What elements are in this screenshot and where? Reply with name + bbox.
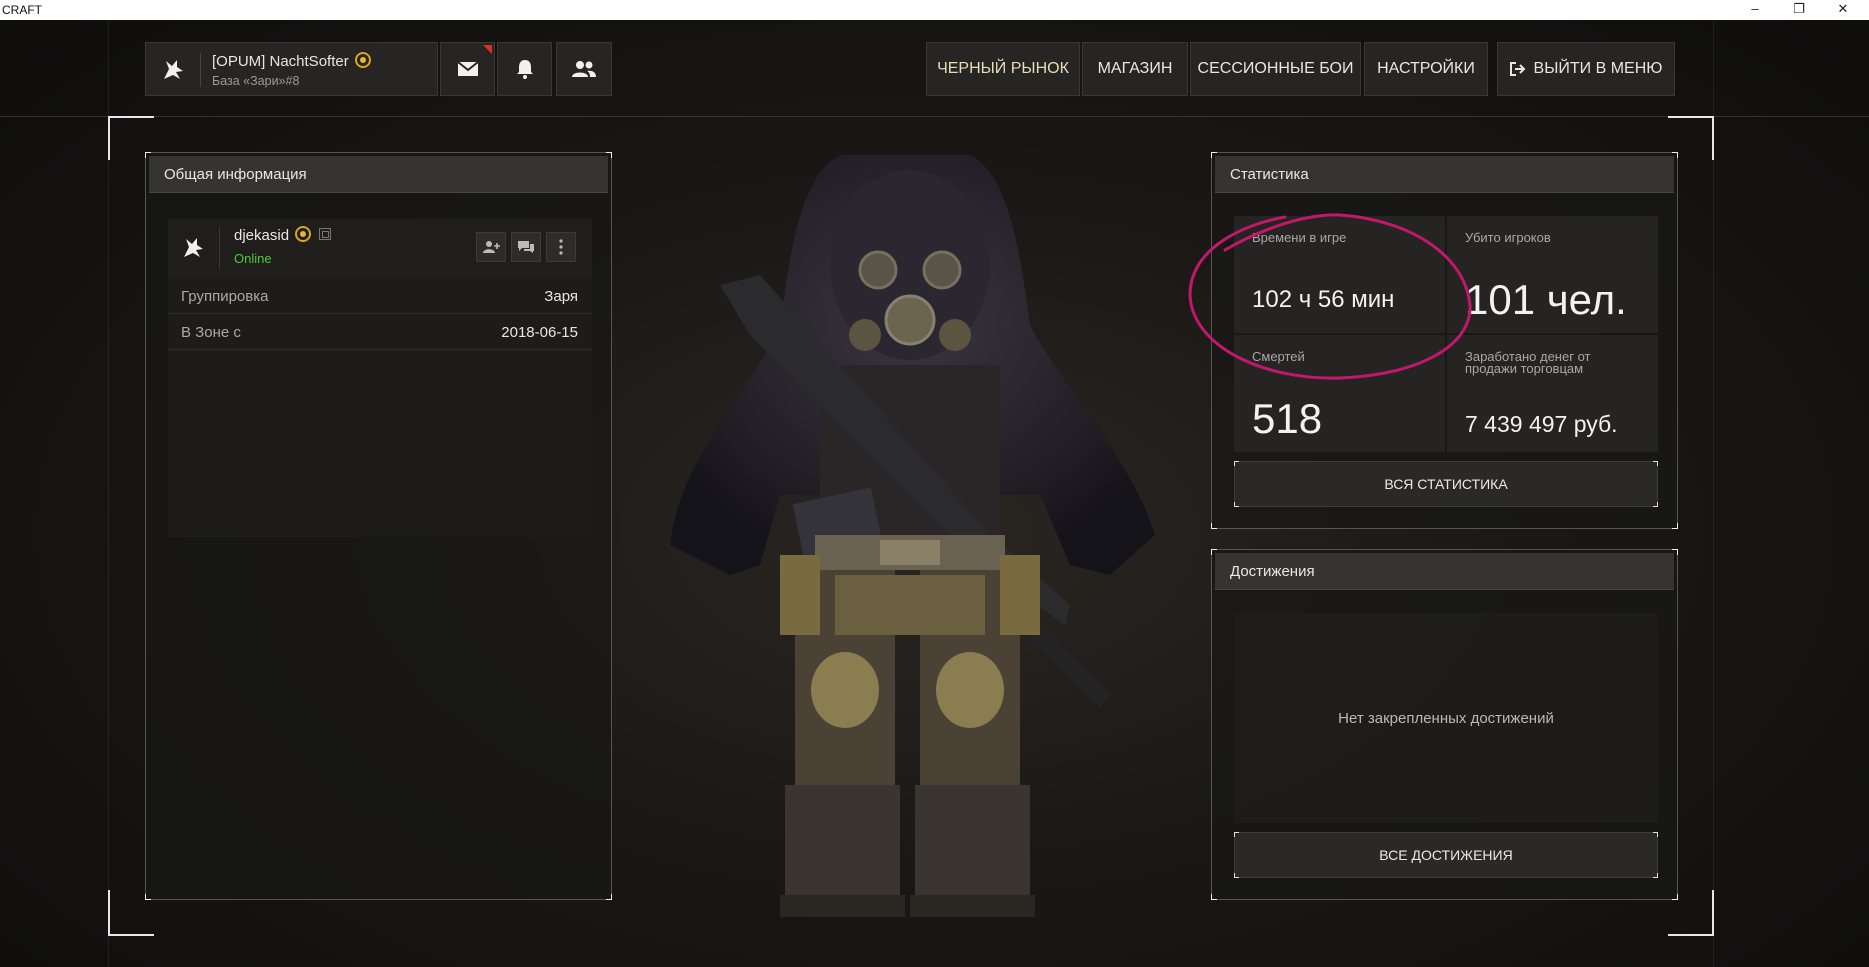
sun-badge-icon bbox=[354, 52, 371, 68]
chat-button[interactable] bbox=[511, 232, 541, 262]
info-key: В Зоне с bbox=[181, 324, 241, 341]
settings-button[interactable]: НАСТРОЙКИ bbox=[1364, 42, 1488, 96]
stat-earnings: Заработано денег от продажи торговцам 7 … bbox=[1447, 335, 1658, 452]
more-icon bbox=[559, 239, 563, 255]
stat-kills: Убито игроков 101 чел. bbox=[1447, 216, 1658, 333]
exit-icon bbox=[1509, 62, 1525, 76]
window-title: CRAFT bbox=[2, 3, 42, 17]
session-battles-button[interactable]: СЕССИОННЫЕ БОИ bbox=[1190, 42, 1361, 96]
info-value: Заря bbox=[544, 288, 578, 305]
info-value: 2018-06-15 bbox=[501, 324, 578, 341]
stat-label: Убито игроков bbox=[1465, 230, 1551, 245]
notifications-button[interactable] bbox=[497, 42, 552, 96]
stat-playtime: Времени в игре 102 ч 56 мин bbox=[1234, 216, 1445, 333]
profile-name-text: [OPUM] NachtSofter bbox=[212, 53, 349, 70]
all-achievements-button[interactable]: ВСЕ ДОСТИЖЕНИЯ bbox=[1234, 832, 1658, 878]
general-info-panel: Общая информация djekasid Online Группир… bbox=[145, 152, 612, 900]
friends-button[interactable] bbox=[556, 42, 612, 96]
pinned-achievements-area: Нет закрепленных достижений bbox=[1234, 613, 1658, 823]
black-market-button[interactable]: ЧЕРНЫЙ РЫНОК bbox=[926, 42, 1080, 96]
statistics-header: Статистика bbox=[1215, 156, 1674, 193]
stat-label: Заработано денег от продажи торговцам bbox=[1465, 349, 1591, 376]
online-status: Online bbox=[234, 251, 272, 266]
stat-deaths: Смертей 518 bbox=[1234, 335, 1445, 452]
stat-value: 102 ч 56 мин bbox=[1252, 286, 1395, 313]
copy-icon[interactable] bbox=[319, 228, 332, 240]
chat-icon bbox=[518, 241, 534, 253]
profile-separator bbox=[200, 53, 201, 87]
close-button[interactable]: ✕ bbox=[1821, 0, 1865, 20]
stat-label: Времени в игре bbox=[1252, 230, 1347, 245]
general-info-header: Общая информация bbox=[149, 156, 608, 193]
shop-button[interactable]: МАГАЗИН bbox=[1082, 42, 1188, 96]
wolf-logo-icon bbox=[184, 238, 203, 257]
add-friend-button[interactable] bbox=[476, 232, 506, 262]
statistics-panel: Статистика Времени в игре 102 ч 56 мин У… bbox=[1211, 152, 1678, 529]
mail-button[interactable] bbox=[440, 42, 495, 96]
info-table: Группировка Заря В Зоне с 2018-06-15 bbox=[168, 279, 592, 537]
frame-line-left bbox=[108, 20, 109, 967]
achievements-header: Достижения bbox=[1215, 553, 1674, 590]
profile-base: База «Зари»#8 bbox=[212, 74, 300, 88]
profile-name: [OPUM] NachtSofter bbox=[212, 52, 371, 70]
stat-value: 518 bbox=[1252, 395, 1323, 442]
stat-grid: Времени в игре 102 ч 56 мин Убито игроко… bbox=[1234, 216, 1658, 452]
achievements-panel: Достижения Нет закрепленных достижений В… bbox=[1211, 549, 1678, 900]
header-divider bbox=[0, 116, 1869, 117]
stat-value: 7 439 497 руб. bbox=[1465, 411, 1618, 437]
profile-chip[interactable]: [OPUM] NachtSofter База «Зари»#8 bbox=[145, 42, 438, 96]
all-statistics-label: ВСЯ СТАТИСТИКА bbox=[1384, 476, 1508, 492]
more-options-button[interactable] bbox=[546, 232, 576, 262]
user-card-separator bbox=[219, 227, 220, 269]
no-achievements-text: Нет закрепленных достижений bbox=[1338, 709, 1554, 727]
exit-to-menu-button[interactable]: ВЫЙТИ В МЕНЮ bbox=[1497, 42, 1675, 96]
username: djekasid bbox=[234, 226, 332, 244]
mail-unread-flag bbox=[483, 45, 492, 54]
friends-icon bbox=[572, 61, 596, 77]
all-statistics-button[interactable]: ВСЯ СТАТИСТИКА bbox=[1234, 461, 1658, 507]
info-row-zone-since: В Зоне с 2018-06-15 bbox=[168, 315, 592, 350]
stat-value: 101 чел. bbox=[1465, 276, 1627, 323]
all-achievements-label: ВСЕ ДОСТИЖЕНИЯ bbox=[1379, 847, 1513, 863]
bell-icon bbox=[516, 60, 533, 79]
sun-badge-icon bbox=[295, 226, 312, 242]
wolf-logo-icon bbox=[164, 60, 183, 79]
info-key: Группировка bbox=[181, 288, 269, 305]
info-row-faction: Группировка Заря bbox=[168, 279, 592, 314]
add-friend-icon bbox=[483, 241, 500, 253]
maximize-button[interactable]: ❐ bbox=[1777, 0, 1821, 20]
frame-line-right bbox=[1713, 20, 1714, 967]
character-model bbox=[670, 155, 1155, 917]
mail-icon bbox=[456, 61, 479, 76]
user-card: djekasid Online bbox=[168, 219, 592, 279]
window-titlebar: CRAFT – ❐ ✕ bbox=[0, 0, 1869, 20]
username-text: djekasid bbox=[234, 227, 290, 244]
minimize-button[interactable]: – bbox=[1733, 0, 1777, 20]
stat-label: Смертей bbox=[1252, 349, 1305, 364]
exit-label: ВЫЙТИ В МЕНЮ bbox=[1533, 60, 1663, 77]
